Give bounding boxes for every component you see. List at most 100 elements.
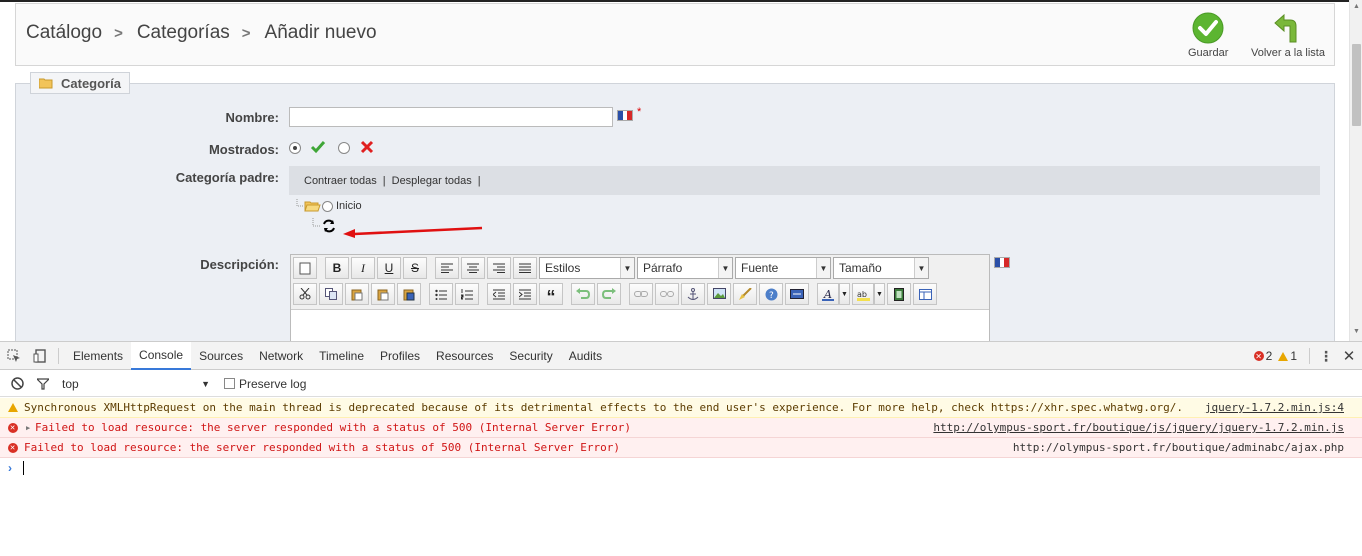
- filter-icon[interactable]: [34, 370, 52, 398]
- background-color-icon[interactable]: ab: [852, 283, 874, 305]
- background-color-dropdown-icon[interactable]: ▼: [874, 283, 885, 305]
- image-icon[interactable]: [707, 283, 731, 305]
- unlink-icon[interactable]: [655, 283, 679, 305]
- tab-security[interactable]: Security: [501, 342, 560, 370]
- rich-text-editor: B I U S Estilos ▼ Párrafo ▼ Fuente ▼ Tamaño…: [290, 254, 990, 341]
- collapse-all-link[interactable]: Contraer todas: [304, 175, 377, 187]
- console-message-warning: Synchronous XMLHttpRequest on the main t…: [0, 398, 1362, 418]
- more-options-icon[interactable]: ⋮: [1316, 342, 1336, 370]
- editor-content-area[interactable]: [291, 309, 989, 341]
- folder-icon: [39, 78, 53, 88]
- text-color-icon[interactable]: A: [817, 283, 839, 305]
- dropdown-arrow-icon: ▼: [620, 258, 634, 278]
- tab-audits[interactable]: Audits: [561, 342, 610, 370]
- paragraph-select-value: Párrafo: [643, 261, 683, 275]
- tab-profiles[interactable]: Profiles: [372, 342, 428, 370]
- strikethrough-button[interactable]: S: [403, 257, 427, 279]
- tab-resources[interactable]: Resources: [428, 342, 501, 370]
- paste-word-icon[interactable]: [397, 283, 421, 305]
- cut-icon[interactable]: [293, 283, 317, 305]
- french-flag-icon[interactable]: [617, 110, 633, 121]
- console-messages: Synchronous XMLHttpRequest on the main t…: [0, 398, 1362, 478]
- tab-elements[interactable]: Elements: [65, 342, 131, 370]
- tree-root-radio[interactable]: [322, 200, 333, 212]
- device-mode-icon[interactable]: [28, 342, 52, 370]
- context-select[interactable]: top ▼: [62, 377, 210, 391]
- blockquote-icon[interactable]: “: [539, 283, 563, 307]
- cleanup-icon[interactable]: [733, 283, 757, 305]
- text-color-dropdown-icon[interactable]: ▼: [839, 283, 850, 305]
- console-prompt[interactable]: ›: [0, 458, 1362, 478]
- size-select[interactable]: Tamaño ▼: [833, 257, 929, 279]
- dropdown-arrow-icon: ▼: [914, 258, 928, 278]
- back-to-list-button[interactable]: Volver a la lista: [1251, 12, 1325, 59]
- indent-icon[interactable]: [513, 283, 537, 305]
- scroll-up-icon[interactable]: ▲: [1353, 3, 1360, 10]
- link-icon[interactable]: [629, 283, 653, 305]
- svg-text:?: ?: [769, 291, 774, 301]
- bullet-list-icon[interactable]: [429, 283, 453, 305]
- html-source-icon[interactable]: [785, 283, 809, 305]
- styles-select[interactable]: Estilos ▼: [539, 257, 635, 279]
- scrollbar-thumb[interactable]: [1352, 44, 1361, 126]
- paste-text-icon[interactable]: [371, 283, 395, 305]
- media-icon[interactable]: [887, 283, 911, 305]
- align-left-icon[interactable]: [435, 257, 459, 279]
- breadcrumb-catalog[interactable]: Catálogo: [26, 22, 102, 44]
- expand-triangle-icon[interactable]: ▶: [26, 424, 30, 432]
- template-icon[interactable]: [913, 283, 937, 305]
- breadcrumb-categories[interactable]: Categorías: [137, 22, 230, 44]
- page-header: Catálogo > Categorías > Añadir nuevo Gua…: [15, 3, 1335, 66]
- shown-no-radio[interactable]: [338, 142, 350, 154]
- inspect-element-icon[interactable]: [0, 342, 28, 370]
- undo-icon[interactable]: [571, 283, 595, 305]
- tab-sources[interactable]: Sources: [191, 342, 251, 370]
- clear-console-icon[interactable]: [0, 370, 34, 398]
- scroll-down-icon[interactable]: ▼: [1353, 328, 1360, 335]
- redo-icon[interactable]: [597, 283, 621, 305]
- paragraph-select[interactable]: Párrafo ▼: [637, 257, 733, 279]
- message-text: Failed to load resource: the server resp…: [24, 441, 621, 454]
- copy-icon[interactable]: [319, 283, 343, 305]
- align-center-icon[interactable]: [461, 257, 485, 279]
- font-select[interactable]: Fuente ▼: [735, 257, 831, 279]
- new-document-icon[interactable]: [293, 257, 317, 279]
- expand-all-link[interactable]: Desplegar todas: [392, 175, 472, 187]
- error-count-badge[interactable]: ✕ 2: [1253, 349, 1272, 363]
- devtools-panel: Elements Console Sources Network Timelin…: [0, 341, 1362, 556]
- save-button[interactable]: Guardar: [1188, 12, 1228, 59]
- align-justify-icon[interactable]: [513, 257, 537, 279]
- close-icon[interactable]: ✕: [1336, 342, 1362, 370]
- divider: [58, 347, 59, 364]
- legend-label: Categoría: [61, 75, 121, 91]
- tab-timeline[interactable]: Timeline: [311, 342, 372, 370]
- bold-button[interactable]: B: [325, 257, 349, 279]
- anchor-icon[interactable]: [681, 283, 705, 305]
- page-scrollbar[interactable]: ▲ ▼: [1349, 0, 1362, 341]
- message-source-link[interactable]: http://olympus-sport.fr/boutique/adminab…: [1013, 441, 1344, 454]
- outdent-icon[interactable]: [487, 283, 511, 305]
- paste-icon[interactable]: [345, 283, 369, 305]
- divider: [1309, 348, 1310, 364]
- shown-yes-radio[interactable]: [289, 142, 301, 154]
- warning-count-badge[interactable]: 1: [1278, 349, 1297, 363]
- french-flag-icon[interactable]: [994, 257, 1010, 268]
- prompt-chevron-icon: ›: [8, 461, 12, 475]
- numbered-list-icon[interactable]: [455, 283, 479, 305]
- help-icon[interactable]: ?: [759, 283, 783, 305]
- align-right-icon[interactable]: [487, 257, 511, 279]
- message-source-link[interactable]: jquery-1.7.2.min.js:4: [1205, 401, 1344, 414]
- underline-button[interactable]: U: [377, 257, 401, 279]
- message-source-link[interactable]: http://olympus-sport.fr/boutique/js/jque…: [933, 421, 1344, 434]
- preserve-log-checkbox[interactable]: Preserve log: [224, 377, 306, 391]
- tree-root-label[interactable]: Inicio: [336, 200, 362, 212]
- checkbox[interactable]: [224, 378, 235, 389]
- dropdown-arrow-icon: ▼: [201, 378, 210, 389]
- name-input[interactable]: [289, 107, 613, 127]
- separator: |: [382, 174, 386, 187]
- refresh-icon[interactable]: [309, 218, 339, 234]
- tab-console[interactable]: Console: [131, 341, 192, 370]
- back-arrow-icon: [1274, 13, 1297, 43]
- italic-button[interactable]: I: [351, 257, 375, 279]
- tab-network[interactable]: Network: [251, 342, 311, 370]
